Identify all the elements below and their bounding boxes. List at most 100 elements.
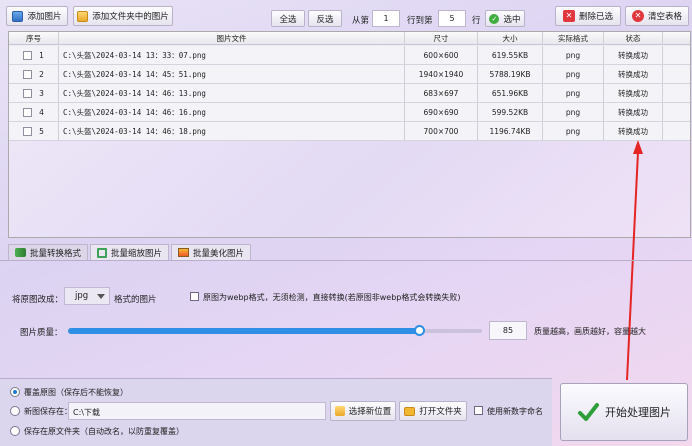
- add-folder-button[interactable]: 添加文件夹中的图片: [73, 6, 173, 26]
- header-format[interactable]: 实际格式: [543, 32, 604, 44]
- use-numbers-label[interactable]: 使用新数字命名: [487, 406, 543, 417]
- format-suffix-label: 格式的图片: [114, 295, 157, 305]
- header-filesize[interactable]: 大小: [478, 32, 543, 44]
- row-file: C:\头盔\2024-03-14 14：46：13.png: [59, 84, 405, 102]
- row-format: png: [543, 84, 604, 102]
- delete-selected-button[interactable]: ✕ 删除已选: [555, 6, 621, 26]
- header-file[interactable]: 图片文件: [59, 32, 405, 44]
- row-suffix-label: 行: [472, 16, 481, 26]
- row-status: 转换成功: [604, 84, 663, 102]
- header-index[interactable]: 序号: [9, 32, 59, 44]
- header-filler: [663, 32, 690, 44]
- add-image-button[interactable]: 添加图片: [6, 6, 68, 26]
- use-numbers-checkbox[interactable]: [474, 406, 483, 415]
- header-status[interactable]: 状态: [604, 32, 663, 44]
- file-table: 序号 图片文件 尺寸 大小 实际格式 状态 1 C:\头盔\2024-03-14…: [8, 31, 691, 238]
- table-row[interactable]: 3 C:\头盔\2024-03-14 14：46：13.png 683×697 …: [9, 84, 690, 103]
- row-checkbox[interactable]: [23, 88, 33, 98]
- clear-table-label: 清空表格: [647, 12, 682, 22]
- row-checkbox[interactable]: [23, 126, 33, 136]
- table-row[interactable]: 4 C:\头盔\2024-03-14 14：46：16.png 690×690 …: [9, 103, 690, 122]
- tab-divider: [0, 260, 692, 261]
- webp-checkbox[interactable]: [190, 292, 199, 301]
- folder-icon: [404, 406, 416, 416]
- quality-slider-rest[interactable]: [420, 329, 482, 333]
- invert-selection-button[interactable]: 反选: [308, 10, 342, 27]
- from-row-label: 从第: [352, 16, 370, 26]
- checkmark-icon: [578, 403, 599, 421]
- convert-to-label: 将原图改成：: [12, 295, 64, 305]
- row-filesize: 599.52KB: [478, 103, 543, 121]
- tab-batch-beautify[interactable]: 批量美化图片: [171, 244, 252, 260]
- row-filesize: 651.96KB: [478, 84, 543, 102]
- format-select[interactable]: jpg: [64, 287, 110, 305]
- row-index: 3: [39, 88, 44, 98]
- add-folder-label: 添加文件夹中的图片: [92, 12, 169, 22]
- overwrite-label[interactable]: 覆盖原图（保存后不能恢复）: [24, 387, 128, 398]
- start-processing-button[interactable]: 开始处理图片: [560, 383, 688, 441]
- new-path-radio[interactable]: [10, 406, 20, 416]
- row-file: C:\头盔\2024-03-14 13：33：07.png: [59, 46, 405, 64]
- clear-table-button[interactable]: ✕ 清空表格: [625, 6, 689, 26]
- open-folder-button[interactable]: 打开文件夹: [399, 401, 467, 421]
- tab-label: 批量缩放图片: [111, 248, 163, 259]
- open-folder-label: 打开文件夹: [419, 407, 462, 417]
- row-file: C:\头盔\2024-03-14 14：46：16.png: [59, 103, 405, 121]
- table-header: 序号 图片文件 尺寸 大小 实际格式 状态: [9, 32, 690, 45]
- row-filesize: 619.55KB: [478, 46, 543, 64]
- quality-slider-track[interactable]: [68, 328, 420, 334]
- row-status: 转换成功: [604, 65, 663, 83]
- row-size: 600×600: [405, 46, 478, 64]
- select-all-button[interactable]: 全选: [271, 10, 305, 27]
- new-path-input[interactable]: C:\下载: [68, 402, 326, 420]
- row-size: 690×690: [405, 103, 478, 121]
- header-size[interactable]: 尺寸: [405, 32, 478, 44]
- table-row[interactable]: 5 C:\头盔\2024-03-14 14：46：18.png 700×700 …: [9, 122, 690, 141]
- row-status: 转换成功: [604, 103, 663, 121]
- table-row[interactable]: 2 C:\头盔\2024-03-14 14：45：51.png 1940×194…: [9, 65, 690, 84]
- tab-batch-resize[interactable]: 批量缩放图片: [90, 244, 170, 260]
- resize-icon: [97, 247, 108, 258]
- save-original-radio[interactable]: [10, 426, 20, 436]
- to-row-label: 行到第: [407, 16, 433, 26]
- from-row-input[interactable]: 1: [372, 10, 400, 27]
- row-checkbox[interactable]: [23, 69, 33, 79]
- webp-option-label[interactable]: 原图为webp格式，无须检测，直接转换(若原图非webp格式会转换失败): [203, 292, 460, 303]
- format-select-value: jpg: [75, 291, 89, 301]
- row-filesize: 5788.19KB: [478, 65, 543, 83]
- row-format: png: [543, 46, 604, 64]
- row-format: png: [543, 103, 604, 121]
- beautify-icon: [178, 248, 190, 257]
- location-icon: [334, 406, 345, 416]
- row-checkbox[interactable]: [23, 107, 33, 117]
- row-file: C:\头盔\2024-03-14 14：46：18.png: [59, 122, 405, 140]
- row-size: 1940×1940: [405, 65, 478, 83]
- tab-bar: 批量转换格式 批量缩放图片 批量美化图片: [8, 244, 252, 260]
- start-processing-label: 开始处理图片: [605, 406, 671, 419]
- choose-location-button[interactable]: 选择新位置: [330, 401, 396, 421]
- to-row-input[interactable]: 5: [438, 10, 466, 27]
- select-rows-button[interactable]: ✓ 选中: [485, 10, 525, 27]
- new-path-label[interactable]: 新图保存在：: [24, 406, 72, 417]
- chevron-down-icon: [97, 294, 105, 299]
- overwrite-radio[interactable]: [10, 387, 20, 397]
- table-empty-area: [9, 140, 690, 237]
- row-size: 683×697: [405, 84, 478, 102]
- row-format: png: [543, 65, 604, 83]
- table-row[interactable]: 1 C:\头盔\2024-03-14 13：33：07.png 600×600 …: [9, 46, 690, 65]
- save-original-label[interactable]: 保存在原文件夹（自动改名，以防重复覆盖）: [24, 426, 184, 437]
- row-status: 转换成功: [604, 122, 663, 140]
- row-index: 4: [39, 107, 44, 117]
- add-image-label: 添加图片: [27, 12, 62, 22]
- row-checkbox[interactable]: [23, 50, 33, 60]
- quality-value-input[interactable]: 85: [489, 321, 527, 340]
- quality-slider-thumb[interactable]: [414, 325, 425, 336]
- row-filesize: 1196.74KB: [478, 122, 543, 140]
- row-index: 1: [39, 50, 44, 60]
- convert-icon: [15, 248, 26, 257]
- image-icon: [12, 10, 24, 22]
- row-format: png: [543, 122, 604, 140]
- check-circle-icon: ✓: [489, 13, 500, 24]
- choose-location-label: 选择新位置: [348, 407, 392, 417]
- tab-batch-convert[interactable]: 批量转换格式: [8, 244, 89, 260]
